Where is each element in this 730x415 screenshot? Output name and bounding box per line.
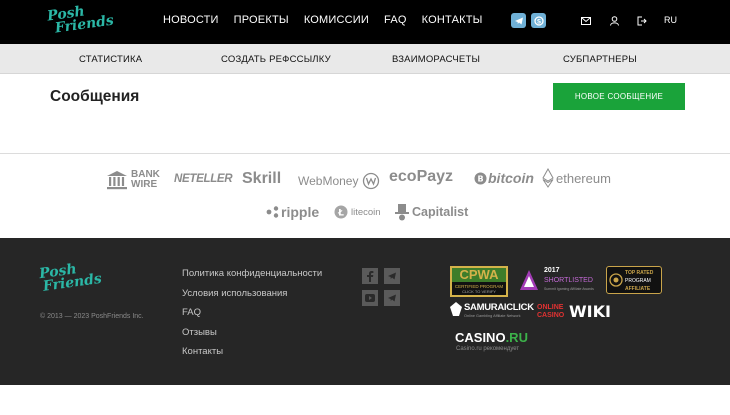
footer-logo[interactable]: Posh Friends (38, 260, 103, 295)
ripple-text: ripple (281, 204, 320, 220)
svg-text:B: B (477, 174, 483, 183)
footer-link-contacts[interactable]: Контакты (182, 346, 322, 366)
subnav-settlements[interactable]: ВЗАИМОРАСЧЕТЫ (392, 54, 480, 65)
footer-link-faq[interactable]: FAQ (182, 307, 322, 327)
nav-commissions[interactable]: КОМИССИИ (304, 14, 369, 26)
top-header: Posh Friends НОВОСТИ ПРОЕКТЫ КОМИССИИ FA… (0, 0, 730, 44)
laurel-icon (609, 273, 623, 287)
samurai-subtext: Online Gambling Affiliate Network (464, 314, 521, 318)
subnav-create-reflink[interactable]: СОЗДАТЬ РЕФССЫЛКУ (221, 54, 331, 65)
ecopayz-logo: ecoPayz (389, 168, 454, 185)
main-nav: НОВОСТИ ПРОЕКТЫ КОМИССИИ FAQ КОНТАКТЫ (163, 14, 483, 26)
subnav-statistics[interactable]: СТАТИСТИКА (79, 54, 142, 65)
cpwa-badge[interactable]: CPWA CERTIFIED PROGRAM CLICK TO VERIFY (450, 266, 508, 297)
telegram-icon[interactable] (384, 268, 400, 284)
ripple-logo: ripple (266, 204, 319, 220)
cpwa-text: CPWA (452, 268, 506, 282)
page-title: Сообщения (50, 88, 140, 105)
online-casino-line-1: ONLINE (537, 304, 564, 311)
telegram-icon[interactable] (511, 13, 526, 28)
svg-text:Ł: Ł (337, 209, 344, 219)
bitcoin-icon: B (474, 172, 487, 184)
facebook-icon[interactable] (362, 268, 378, 284)
casino-ru-logo: CASINO.RU (455, 330, 528, 345)
award-status: SHORTLISTED (544, 277, 593, 284)
logo[interactable]: Posh Friends (46, 2, 115, 36)
ripple-icon (266, 206, 279, 218)
cpwa-verify: CLICK TO VERIFY (462, 289, 496, 294)
award-triangle-icon (520, 270, 538, 290)
award-year: 2017 (544, 267, 560, 274)
footer: Posh Friends © 2013 — 2023 PoshFriends I… (0, 238, 730, 385)
top-program-line-1: TOP RATED (625, 270, 654, 276)
copyright: © 2013 — 2023 PoshFriends Inc. (40, 313, 144, 320)
top-program-line-2: PROGRAM (625, 278, 651, 284)
top-affiliate-badge[interactable]: TOP RATED PROGRAM AFFILIATE (606, 266, 662, 294)
logout-icon[interactable] (636, 15, 648, 27)
bank-icon (107, 171, 127, 190)
capitalist-text: Capitalist (412, 205, 469, 219)
nav-news[interactable]: НОВОСТИ (163, 14, 219, 26)
award-note: Summit Igaming Affiliate Awards (544, 287, 594, 291)
webmoney-logo: WebMoney (298, 172, 380, 190)
mail-icon[interactable] (580, 15, 592, 27)
samurai-text: SAMURAICLICK (464, 302, 534, 313)
capitalist-logo: Capitalist (395, 203, 468, 221)
footer-link-reviews[interactable]: Отзывы (182, 327, 322, 347)
nav-projects[interactable]: ПРОЕКТЫ (234, 14, 289, 26)
youtube-icon[interactable] (362, 290, 378, 306)
webmoney-globe-icon (363, 172, 380, 190)
webmoney-text: WebMoney (298, 174, 359, 188)
nav-faq[interactable]: FAQ (384, 14, 407, 26)
account-subnav: СТАТИСТИКА СОЗДАТЬ РЕФССЫЛКУ ВЗАИМОРАСЧЕ… (0, 44, 730, 74)
subnav-subpartners[interactable]: СУБПАРТНЕРЫ (563, 54, 637, 65)
casino-ru-subtext: Casino.ru рекомендует (456, 346, 520, 352)
ethereum-text: ethereum (556, 170, 611, 186)
online-casino-wiki-badge[interactable]: ONLINE CASINO WIKI (537, 302, 615, 324)
user-icon[interactable] (608, 15, 620, 27)
neteller-logo: NETELLER (174, 173, 233, 185)
skrill-logo: Skrill (242, 170, 282, 187)
bitcoin-logo: B bitcoin (474, 170, 534, 186)
samurai-icon (450, 302, 462, 316)
new-message-button[interactable]: НОВОЕ СООБЩЕНИЕ (553, 83, 685, 110)
ethereum-logo: ethereum (542, 168, 611, 188)
online-casino-line-2: CASINO (537, 312, 565, 319)
language-switcher[interactable]: RU (664, 15, 677, 25)
bank-wire-text-2: WIRE (131, 179, 158, 190)
capitalist-hat-icon (395, 204, 409, 221)
litecoin-icon: Ł (334, 205, 348, 219)
bitcoin-text: bitcoin (488, 170, 534, 186)
samuraiclick-badge[interactable]: SAMURAICLICK Online Gambling Affiliate N… (450, 302, 534, 324)
casino-ru-domain: .RU (505, 330, 528, 345)
ethereum-icon (542, 168, 554, 188)
casino-ru-badge[interactable]: CASINO.RU Casino.ru рекомендует (455, 330, 535, 354)
bank-wire-logo: BANK WIRE (106, 170, 160, 190)
top-program-line-3: AFFILIATE (625, 286, 651, 292)
payment-methods: BANK WIRE NETELLER Skrill WebMoney ecoPa… (0, 153, 730, 239)
casino-ru-text: CASINO (455, 330, 506, 345)
bottom-strip (0, 385, 730, 415)
award-badge[interactable]: 2017 SHORTLISTED Summit Igaming Affiliat… (519, 266, 599, 296)
skype-icon[interactable]: S (531, 13, 546, 28)
litecoin-text: litecoin (351, 206, 381, 218)
svg-text:S: S (536, 18, 540, 25)
wiki-text: WIKI (569, 302, 611, 321)
nav-contacts[interactable]: КОНТАКТЫ (422, 14, 483, 26)
litecoin-logo: Ł litecoin (334, 205, 381, 219)
footer-links: Политика конфиденциальности Условия испо… (182, 268, 322, 366)
telegram-channel-icon[interactable] (384, 290, 400, 306)
footer-link-terms[interactable]: Условия использования (182, 288, 322, 308)
footer-link-privacy[interactable]: Политика конфиденциальности (182, 268, 322, 288)
